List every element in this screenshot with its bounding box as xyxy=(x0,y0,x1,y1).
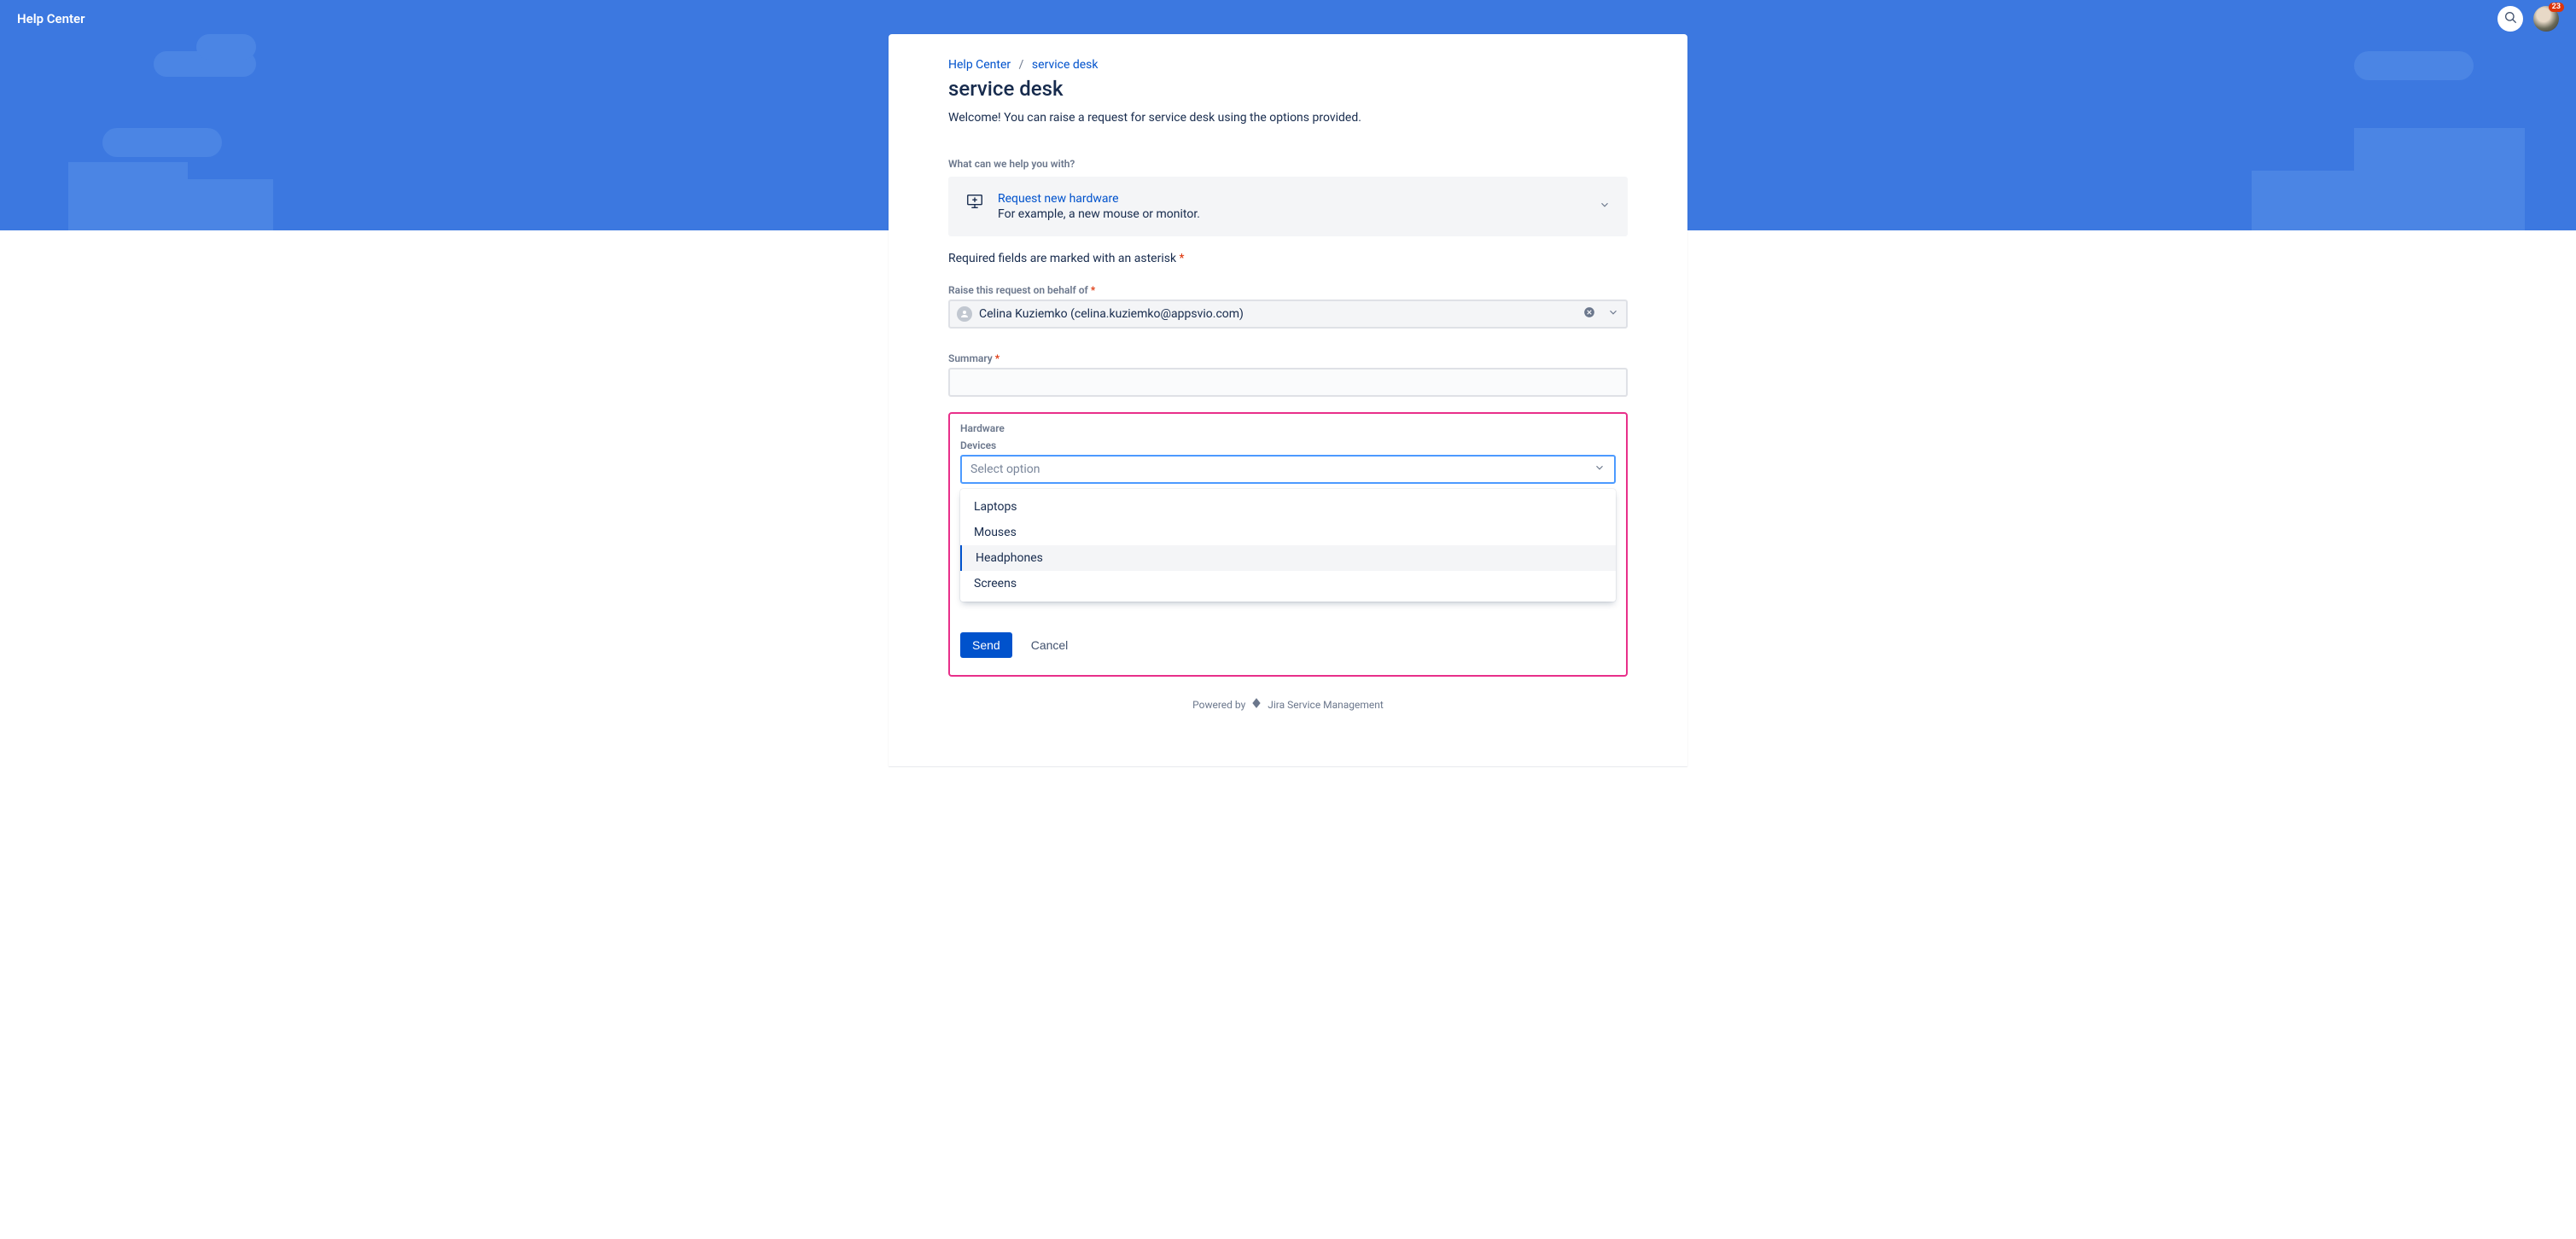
behalf-label: Raise this request on behalf of * xyxy=(948,284,1628,296)
devices-option[interactable]: Mouses xyxy=(962,520,1616,545)
main-card: Help Center / service desk service desk … xyxy=(889,34,1687,766)
notification-badge: 23 xyxy=(2549,3,2564,12)
breadcrumb-separator: / xyxy=(1014,58,1029,72)
breadcrumb: Help Center / service desk xyxy=(948,58,1628,72)
brand-title[interactable]: Help Center xyxy=(17,11,85,26)
request-type-description: For example, a new mouse or monitor. xyxy=(998,207,1585,221)
breadcrumb-root[interactable]: Help Center xyxy=(948,58,1011,72)
chevron-down-icon xyxy=(1599,192,1611,214)
chevron-down-icon[interactable] xyxy=(1607,306,1619,322)
hardware-section-label: Hardware xyxy=(960,422,1616,434)
jira-logo-icon xyxy=(1250,697,1262,712)
help-prompt-label: What can we help you with? xyxy=(948,158,1628,170)
footer-product[interactable]: Jira Service Management xyxy=(1268,699,1384,711)
footer-powered-by: Powered by xyxy=(1192,699,1245,711)
chevron-down-icon xyxy=(1594,462,1606,477)
behalf-user-value: Celina Kuziemko (celina.kuziemko@appsvio… xyxy=(979,307,1576,321)
search-button[interactable] xyxy=(2497,6,2523,32)
devices-placeholder: Select option xyxy=(970,462,1040,476)
hardware-highlight-box: Hardware Devices Select option LaptopsMo… xyxy=(948,412,1628,677)
behalf-user-select[interactable]: Celina Kuziemko (celina.kuziemko@appsvio… xyxy=(948,300,1628,329)
clear-user-icon[interactable] xyxy=(1583,306,1595,322)
asterisk: * xyxy=(1180,252,1185,265)
send-button[interactable]: Send xyxy=(960,632,1012,658)
request-type-title: Request new hardware xyxy=(998,192,1585,206)
devices-dropdown: LaptopsMousesHeadphonesScreens xyxy=(960,489,1616,602)
summary-label: Summary * xyxy=(948,352,1628,364)
footer: Powered by Jira Service Management xyxy=(948,677,1628,732)
page-intro: Welcome! You can raise a request for ser… xyxy=(948,109,1628,127)
request-type-selector[interactable]: Request new hardware For example, a new … xyxy=(948,177,1628,236)
search-icon xyxy=(2503,10,2517,27)
page-title: service desk xyxy=(948,77,1628,101)
devices-label: Devices xyxy=(960,439,1616,451)
required-note: Required fields are marked with an aster… xyxy=(948,252,1628,265)
breadcrumb-current[interactable]: service desk xyxy=(1032,58,1099,72)
devices-option[interactable]: Headphones xyxy=(960,545,1616,571)
profile-avatar[interactable]: 23 xyxy=(2533,6,2559,32)
cancel-button[interactable]: Cancel xyxy=(1023,632,1077,658)
hardware-icon xyxy=(965,192,984,214)
devices-select[interactable]: Select option xyxy=(960,455,1616,484)
user-icon xyxy=(957,306,972,322)
devices-option[interactable]: Screens xyxy=(962,571,1616,596)
devices-option[interactable]: Laptops xyxy=(962,494,1616,520)
summary-input[interactable] xyxy=(948,368,1628,397)
